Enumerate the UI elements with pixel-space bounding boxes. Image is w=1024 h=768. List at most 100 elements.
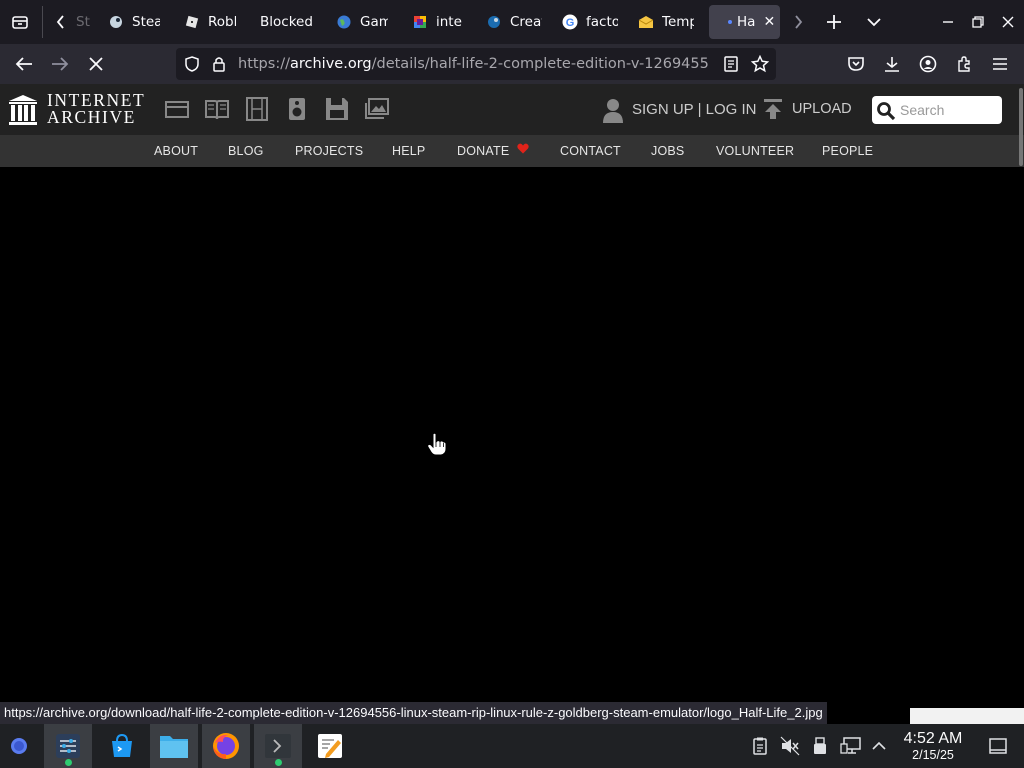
scroll-tabs-left-icon[interactable] (46, 6, 76, 38)
account-icon[interactable] (912, 48, 944, 80)
hand-pointer-cursor-icon (427, 432, 447, 460)
tab-title: Create (510, 14, 542, 30)
back-icon[interactable] (8, 48, 40, 80)
bookmark-star-icon[interactable] (750, 54, 770, 77)
tab-title: Temp (662, 14, 694, 30)
url-text[interactable]: https://archive.org/details/half-life-2-… (238, 48, 708, 80)
page-content[interactable] (0, 167, 1024, 702)
tab-title: Ha (737, 14, 756, 30)
upload-icon[interactable] (763, 98, 783, 124)
web-archive-icon[interactable] (164, 96, 190, 122)
roblox-icon (184, 14, 200, 30)
chart-icon (412, 14, 428, 30)
pocket-icon[interactable] (840, 48, 872, 80)
taskbar: 4:52 AM 2/15/25 (0, 724, 1024, 768)
tab[interactable]: G factory (562, 5, 618, 39)
launcher-icon[interactable] (0, 724, 38, 768)
clock[interactable]: 4:52 AM 2/15/25 (896, 730, 970, 762)
forward-icon[interactable] (44, 48, 76, 80)
usb-device-icon[interactable] (810, 736, 830, 756)
ia-sub-nav: ABOUT BLOG PROJECTS HELP DONATE CONTACT … (0, 135, 1024, 167)
svg-text:G: G (566, 17, 575, 29)
jobs-link[interactable]: JOBS (651, 135, 684, 167)
contact-link[interactable]: CONTACT (560, 135, 621, 167)
internet-archive-logo-icon[interactable] (8, 94, 38, 130)
link-status-bar: https://archive.org/download/half-life-2… (0, 702, 827, 724)
reader-view-icon[interactable] (723, 56, 739, 76)
tab-manager-icon[interactable] (4, 6, 36, 38)
images-icon[interactable] (364, 96, 390, 122)
projects-link[interactable]: PROJECTS (295, 135, 363, 167)
help-link[interactable]: HELP (392, 135, 425, 167)
tab[interactable]: Steam (108, 5, 160, 39)
video-film-icon[interactable] (244, 96, 270, 122)
tab-active[interactable]: Ha ✕ (709, 5, 780, 39)
restore-window-icon[interactable] (962, 6, 994, 38)
text-editor-icon[interactable] (306, 724, 354, 768)
show-desktop-icon[interactable] (988, 736, 1008, 756)
new-tab-icon[interactable] (818, 6, 850, 38)
upload-link[interactable]: UPLOAD (792, 99, 852, 119)
tab[interactable]: Temp (638, 5, 694, 39)
mail-icon (638, 14, 654, 30)
clock-date: 2/15/25 (912, 748, 954, 762)
ia-wordmark[interactable]: INTERNET ARCHIVE (47, 91, 145, 127)
ia-search-box[interactable]: Search (872, 96, 1002, 124)
page-scrollbar[interactable] (1019, 88, 1023, 166)
blog-link[interactable]: BLOG (228, 135, 264, 167)
tab[interactable]: Roblox (184, 5, 236, 39)
close-window-icon[interactable] (992, 6, 1024, 38)
user-icon[interactable] (602, 98, 624, 128)
loading-dot-icon (727, 14, 733, 30)
firefox-icon[interactable] (202, 724, 250, 768)
tracking-protection-shield-icon[interactable] (184, 56, 200, 76)
search-placeholder: Search (900, 102, 945, 118)
tab[interactable]: intel (412, 5, 462, 39)
system-settings-icon[interactable] (44, 724, 92, 768)
divider (42, 6, 43, 38)
scroll-tabs-right-icon[interactable] (782, 6, 814, 38)
network-wired-icon[interactable] (840, 736, 861, 756)
stop-loading-icon[interactable] (80, 48, 112, 80)
volume-muted-icon[interactable] (780, 736, 800, 756)
discover-store-icon[interactable] (98, 724, 146, 768)
people-link[interactable]: PEOPLE (822, 135, 873, 167)
globe-icon (336, 14, 352, 30)
tab[interactable]: Create (486, 5, 542, 39)
steam-icon (108, 14, 124, 30)
downloads-icon[interactable] (876, 48, 908, 80)
running-indicator (65, 759, 72, 766)
tab-title: intel (436, 14, 462, 30)
tab-title: Ste (76, 14, 90, 30)
logo-line2: ARCHIVE (47, 107, 136, 127)
donate-link[interactable]: DONATE (457, 135, 529, 167)
texts-book-icon[interactable] (204, 96, 230, 122)
minimize-window-icon[interactable] (932, 6, 964, 38)
url-prefix: https:// (238, 56, 290, 72)
software-floppy-icon[interactable] (324, 96, 350, 122)
terminal-icon[interactable] (254, 724, 302, 768)
address-bar[interactable]: https://archive.org/details/half-life-2-… (176, 48, 776, 80)
app-menu-icon[interactable] (984, 48, 1016, 80)
tab-title: Blocked (260, 14, 313, 30)
about-link[interactable]: ABOUT (154, 135, 198, 167)
search-icon (876, 101, 896, 125)
steam-icon (486, 14, 502, 30)
extensions-icon[interactable] (948, 48, 980, 80)
donate-label: DONATE (457, 144, 510, 158)
signup-login-link[interactable]: SIGN UP | LOG IN (632, 100, 756, 120)
volunteer-link[interactable]: VOLUNTEER (716, 135, 794, 167)
file-manager-icon[interactable] (150, 724, 198, 768)
list-all-tabs-icon[interactable] (858, 6, 890, 38)
close-tab-icon[interactable]: ✕ (763, 14, 775, 30)
tab[interactable]: Blocked (260, 5, 320, 39)
show-hidden-icons-chevron-up-icon[interactable] (870, 736, 890, 756)
clipboard-icon[interactable] (750, 736, 770, 756)
tab[interactable]: Games (336, 5, 388, 39)
tab-title: Games (360, 14, 388, 30)
audio-speaker-icon[interactable] (284, 96, 310, 122)
tab[interactable]: Ste (76, 5, 90, 39)
tab-strip: Ste Steam Roblox Blocked Games intel Cre… (0, 0, 1024, 44)
url-host: archive.org (289, 56, 372, 72)
lock-icon[interactable] (212, 56, 226, 76)
